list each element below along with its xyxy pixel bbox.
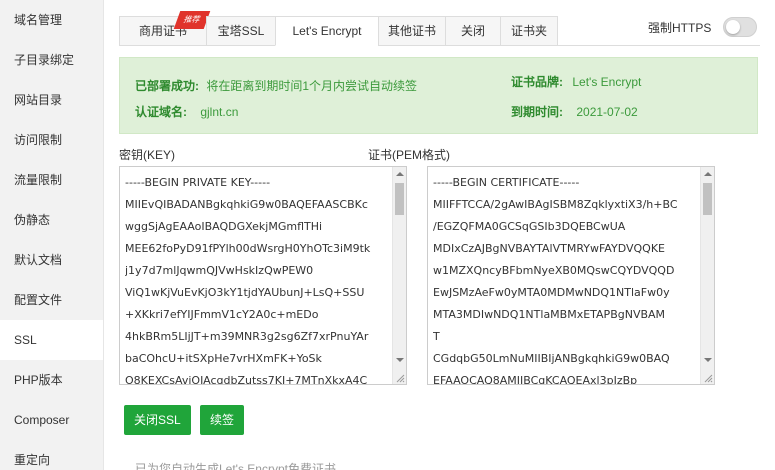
- resize-grip-icon[interactable]: [395, 373, 405, 383]
- scroll-thumb[interactable]: [395, 183, 404, 215]
- cert-brand-value: Let's Encrypt: [572, 75, 642, 89]
- sidebar-item[interactable]: PHP版本: [0, 360, 103, 400]
- sidebar-item[interactable]: 流量限制: [0, 160, 103, 200]
- close-ssl-button[interactable]: 关闭SSL: [124, 405, 191, 435]
- cert-expiry-value: 2021-07-02: [576, 105, 638, 119]
- text-line: baCOhcU+itSXpHe7vrHXmFK+YoSk: [125, 352, 322, 365]
- sidebar-item[interactable]: 网站目录: [0, 80, 103, 120]
- sidebar-item[interactable]: SSL: [0, 320, 103, 360]
- cert-label: 证书(PEM格式): [368, 148, 450, 162]
- tab[interactable]: 宝塔SSL: [206, 16, 276, 46]
- force-https-label: 强制HTTPS: [648, 20, 712, 35]
- tab-label: 证书夹: [510, 24, 547, 38]
- text-line: -----BEGIN CERTIFICATE-----: [433, 176, 580, 189]
- text-line: T: [433, 330, 440, 343]
- ssl-tabs: 商用证书 推荐 宝塔SSL Let's Encrypt 其他证书 关闭 证书夹: [119, 11, 558, 46]
- scroll-up-icon[interactable]: [704, 172, 712, 176]
- sidebar-item[interactable]: 访问限制: [0, 120, 103, 160]
- resize-grip-icon[interactable]: [703, 373, 713, 383]
- tab-label: 宝塔SSL: [217, 24, 265, 38]
- text-line: MTA3MDIwNDQ1NTlaMBMxETAPBgNVBAM: [433, 308, 666, 321]
- cert-text: -----BEGIN CERTIFICATE----- MIIFFTCCA/2gA…: [433, 172, 702, 385]
- footer-hint: 已为您自动生成Let's Encrypt免费证书: [135, 462, 336, 470]
- force-https-toggle[interactable]: [723, 17, 758, 37]
- text-line: MEE62foPyD91fPYlh00dWsrgH0YhOTc3iM9tk: [125, 242, 371, 255]
- cert-brand-key: 证书品牌:: [511, 75, 563, 89]
- text-line: w1MZXQncyBFbmNyeXB0MQswCQYDVQQD: [433, 264, 675, 277]
- cert-textarea[interactable]: -----BEGIN CERTIFICATE----- MIIFFTCCA/2gA…: [427, 166, 715, 385]
- scroll-up-icon[interactable]: [396, 172, 404, 176]
- text-line: ViQ1wKjVuEvKjO3kY1tjdYAUbunJ+LsQ+SSU: [125, 286, 365, 299]
- sidebar-item[interactable]: 默认文档: [0, 240, 103, 280]
- text-line: MDIxCzAJBgNVBAYTAlVTMRYwFAYDVQQKE: [433, 242, 665, 255]
- tab-label: 其他证书: [387, 24, 436, 38]
- cert-brand: 证书品牌: Let's Encrypt: [511, 73, 641, 90]
- text-line: EFAAOCAQ8AMIIBCgKCAQEAxl3pIzBp: [433, 374, 638, 385]
- text-line: O8KEXCsAviOJAcgdbZutss7KJ+7MTnXkxA4C: [125, 374, 368, 385]
- text-line: +XKkri7efYIJFmmV1cY2A0c+mEDo: [125, 308, 319, 321]
- sidebar-item[interactable]: 域名管理: [0, 0, 103, 40]
- toggle-knob: [726, 20, 741, 34]
- text-line: MIIFFTCCA/2gAwIBAgISBM8ZqklyxtiX3/h+BC: [433, 198, 678, 211]
- tab[interactable]: 商用证书 推荐: [119, 11, 211, 46]
- sidebar-item[interactable]: Composer: [0, 400, 103, 440]
- renew-button[interactable]: 续签: [200, 405, 245, 435]
- text-line: -----BEGIN PRIVATE KEY-----: [125, 176, 271, 189]
- key-label: 密钥(KEY): [119, 148, 176, 162]
- text-line: CGdqbG50LmNuMIIBIjANBgkqhkiG9w0BAQ: [433, 352, 670, 365]
- cert-domain-key: 认证域名:: [135, 105, 187, 119]
- scroll-thumb[interactable]: [703, 183, 712, 215]
- cert-domain-value: gjlnt.cn: [200, 105, 239, 119]
- tab[interactable]: 其他证书: [378, 16, 446, 46]
- deploy-status-value: 将在距离到期时间1个月内尝试自动续签: [206, 79, 418, 93]
- sidebar-list: 域名管理 子目录绑定 网站目录 访问限制 流量限制 伪静态 默认文档 配置文件 SSL PHP版本…: [0, 0, 103, 470]
- deploy-status: 已部署成功: 将在距离到期时间1个月内尝试自动续签: [135, 77, 417, 94]
- cert-domain: 认证域名: gjlnt.cn: [135, 103, 238, 120]
- sidebar-item[interactable]: 配置文件: [0, 280, 103, 320]
- text-line: MIIEvQIBADANBgkqhkiG9w0BAQEFAASCBKc: [125, 198, 368, 211]
- force-https: 强制HTTPS: [648, 16, 758, 38]
- tab[interactable]: Let's Encrypt: [275, 16, 379, 46]
- tab[interactable]: 证书夹: [500, 16, 558, 46]
- sidebar-item[interactable]: 伪静态: [0, 200, 103, 240]
- ssl-status-box: 已部署成功: 将在距离到期时间1个月内尝试自动续签 认证域名: gjlnt.cn…: [119, 57, 758, 134]
- sidebar-item[interactable]: 重定向: [0, 440, 103, 470]
- cert-scrollbar[interactable]: [700, 167, 714, 384]
- cert-expiry: 到期时间: 2021-07-02: [511, 103, 638, 120]
- tab[interactable]: 关闭: [445, 16, 501, 46]
- sidebar-item[interactable]: 子目录绑定: [0, 40, 103, 80]
- text-line: /EGZQFMA0GCSqGSIb3DQEBCwUA: [433, 220, 626, 233]
- tab-label: Let's Encrypt: [292, 24, 362, 38]
- cert-expiry-key: 到期时间:: [511, 105, 563, 119]
- text-line: EwJSMzAeFw0yMTA0MDMwNDQ1NTlaFw0y: [433, 286, 670, 299]
- sidebar: 域名管理 子目录绑定 网站目录 访问限制 流量限制 伪静态 默认文档 配置文件 SSL PHP版本…: [0, 0, 104, 470]
- key-text: -----BEGIN PRIVATE KEY----- MIIEvQIBADANB…: [125, 172, 394, 385]
- scroll-down-icon[interactable]: [704, 358, 712, 362]
- text-line: 4hkBRm5LIjJT+m39MNR3g2sg6Zf7xrPnuYAr: [125, 330, 369, 343]
- tab-label: 关闭: [460, 24, 485, 38]
- scroll-down-icon[interactable]: [396, 358, 404, 362]
- deploy-status-key: 已部署成功:: [135, 79, 199, 93]
- key-scrollbar[interactable]: [392, 167, 406, 384]
- text-line: j1y7d7mlJqwmQJVwHskIzQwPEW0: [125, 264, 314, 277]
- key-textarea[interactable]: -----BEGIN PRIVATE KEY----- MIIEvQIBADANB…: [119, 166, 407, 385]
- text-line: wggSjAgEAAoIBAQDGXekjMGmflTHi: [125, 220, 323, 233]
- recommend-badge: 推荐: [173, 11, 211, 29]
